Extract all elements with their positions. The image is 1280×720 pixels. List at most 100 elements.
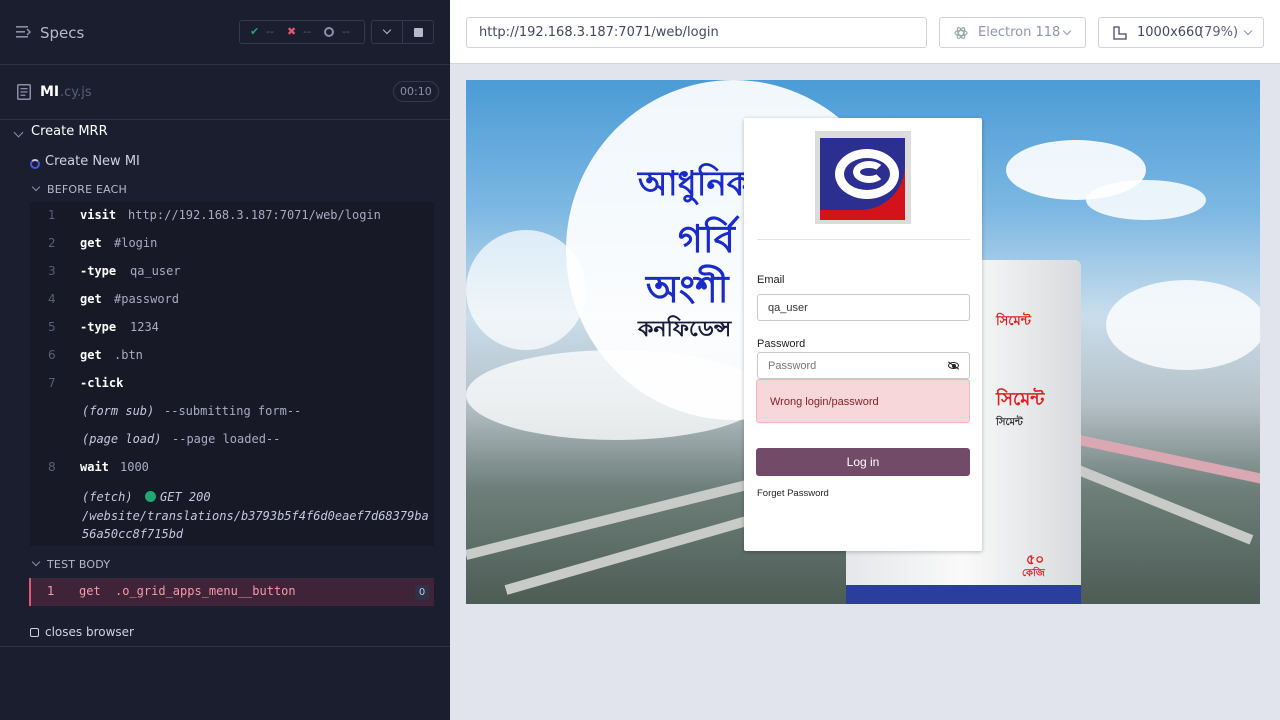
fetch-status: GET 200 (145, 490, 211, 504)
element-count-badge: 0 (415, 585, 429, 600)
bag-bottom-band (846, 585, 1081, 604)
event-name: (form sub) (82, 404, 155, 418)
event-row[interactable]: (form sub) --submitting form-- (30, 398, 434, 426)
command-row[interactable]: 8 wait 1000 (30, 454, 434, 482)
viewport-scale: (79%) (1199, 25, 1239, 40)
cypress-reporter-panel: Specs ✔ -- ✖ -- -- MI .cy.js 00:10 Creat… (0, 0, 450, 720)
reporter-header: Specs ✔ -- ✖ -- -- (0, 0, 450, 65)
chevron-down-icon[interactable] (31, 557, 41, 567)
command-number: 1 (48, 208, 56, 222)
url-bar[interactable]: http://192.168.3.187:7071/web/login (466, 17, 927, 48)
email-field[interactable]: qa_user (757, 294, 970, 321)
flyover-road (466, 470, 788, 560)
bag-label-sub: সিমেন্ট (996, 417, 1023, 428)
command-message: .btn (114, 348, 143, 362)
command-message: 1234 (130, 320, 159, 334)
passed-icon: ✔ (250, 25, 260, 38)
command-message: qa_user (130, 264, 181, 278)
fetch-label: (fetch) (82, 490, 133, 504)
command-number: 2 (48, 236, 56, 250)
test-stats: ✔ -- ✖ -- -- (239, 20, 365, 44)
failed-command-row[interactable]: 1 get .o_grid_apps_menu__button (29, 578, 434, 606)
logo-inner-ring (853, 161, 885, 183)
chevron-down-icon (1243, 26, 1253, 36)
banner-headline-line-1: আধুনিক (638, 164, 751, 204)
command-log: 1 visit http://192.168.3.187:7071/web/lo… (30, 202, 434, 546)
command-number: 6 (48, 348, 56, 362)
command-row[interactable]: 4 get #password (30, 286, 434, 314)
command-message: 1000 (120, 460, 149, 474)
password-field[interactable]: Password (757, 352, 970, 379)
specs-menu-icon[interactable] (16, 25, 32, 39)
command-row[interactable]: 1 visit http://192.168.3.187:7071/web/lo… (30, 202, 434, 230)
viewport-icon (1113, 26, 1127, 40)
command-number: 1 (47, 584, 55, 598)
event-message: --page loaded-- (172, 432, 281, 446)
chevron-down-icon[interactable] (31, 182, 41, 192)
background-cloud (1106, 280, 1260, 370)
command-name: -type (80, 264, 117, 278)
bag-label-top: সিমেন্ট (996, 314, 1031, 329)
fetch-url-line-1: /website/translations/b3793b5f4f6d0eaef7… (82, 509, 429, 523)
before-each-header[interactable]: BEFORE EACH (47, 183, 127, 196)
bag-label-main: সিমেন্ট (996, 389, 1045, 410)
event-row[interactable]: (page load) --page loaded-- (30, 426, 434, 454)
fetch-row[interactable]: (fetch) GET 200 /website/translations/b3… (30, 484, 434, 544)
fetch-url-line-2: 56a50cc8f715bd (82, 527, 184, 541)
pending-icon (324, 27, 334, 37)
email-label: Email (757, 274, 785, 286)
command-row[interactable]: 5 -type 1234 (30, 314, 434, 342)
specs-link[interactable]: Specs (40, 24, 84, 42)
spec-file-name[interactable]: MI (40, 84, 59, 100)
running-spinner-icon (30, 159, 40, 169)
stop-button[interactable] (402, 20, 434, 44)
command-row[interactable]: 3 -type qa_user (30, 258, 434, 286)
company-logo (815, 131, 911, 224)
failed-count: -- (303, 25, 311, 38)
command-number: 7 (48, 376, 56, 390)
command-name: get (80, 348, 102, 362)
event-message: --submitting form-- (164, 404, 302, 418)
command-message: .o_grid_apps_menu__button (115, 584, 296, 598)
fetch-status-text: GET 200 (160, 490, 211, 504)
options-dropdown-button[interactable] (371, 20, 403, 44)
after-hook-label[interactable]: closes browser (45, 625, 134, 639)
command-row[interactable]: 2 get #login (30, 230, 434, 258)
document-icon (17, 84, 31, 100)
login-button[interactable]: Log in (756, 448, 970, 476)
chevron-down-icon[interactable] (13, 127, 24, 138)
command-number: 8 (48, 460, 56, 474)
suite-title[interactable]: Create MRR (31, 124, 108, 139)
logo-divider (757, 239, 970, 240)
pending-count: -- (342, 25, 350, 38)
command-message: #login (114, 236, 158, 250)
banner-headline-line-4: কনফিডেন্স (638, 317, 732, 342)
command-row[interactable]: 7 -click (30, 370, 434, 398)
command-name: visit (80, 208, 117, 222)
browser-name: Electron 118 (978, 25, 1061, 40)
browser-selector[interactable]: Electron 118 (939, 17, 1086, 48)
stop-icon (414, 28, 423, 37)
viewport-selector[interactable]: 1000x660 (79%) (1098, 17, 1264, 48)
forget-password-link[interactable]: Forget Password (757, 488, 829, 499)
background-cloud (1086, 180, 1206, 220)
command-row[interactable]: 6 get .btn (30, 342, 434, 370)
spec-file-header: MI .cy.js 00:10 (0, 65, 450, 120)
chevron-down-icon (1062, 26, 1072, 36)
command-message: http://192.168.3.187:7071/web/login (128, 208, 381, 222)
bag-weight-unit: কেজি (1022, 568, 1045, 579)
passed-count: -- (266, 25, 274, 38)
checkbox-icon (30, 628, 39, 637)
command-number: 3 (48, 264, 56, 278)
command-message: #password (114, 292, 180, 306)
electron-icon (954, 27, 968, 39)
command-number: 5 (48, 320, 56, 334)
command-name: get (80, 236, 102, 250)
test-title[interactable]: Create New MI (45, 154, 140, 169)
status-dot-icon (145, 491, 156, 502)
test-body-header[interactable]: TEST BODY (47, 558, 110, 571)
command-name: -click (80, 376, 124, 390)
viewport-size: 1000x660 (1137, 25, 1203, 40)
spec-file-extension: .cy.js (60, 85, 92, 100)
login-card: Email qa_user Password Password Wrong lo… (744, 118, 982, 551)
